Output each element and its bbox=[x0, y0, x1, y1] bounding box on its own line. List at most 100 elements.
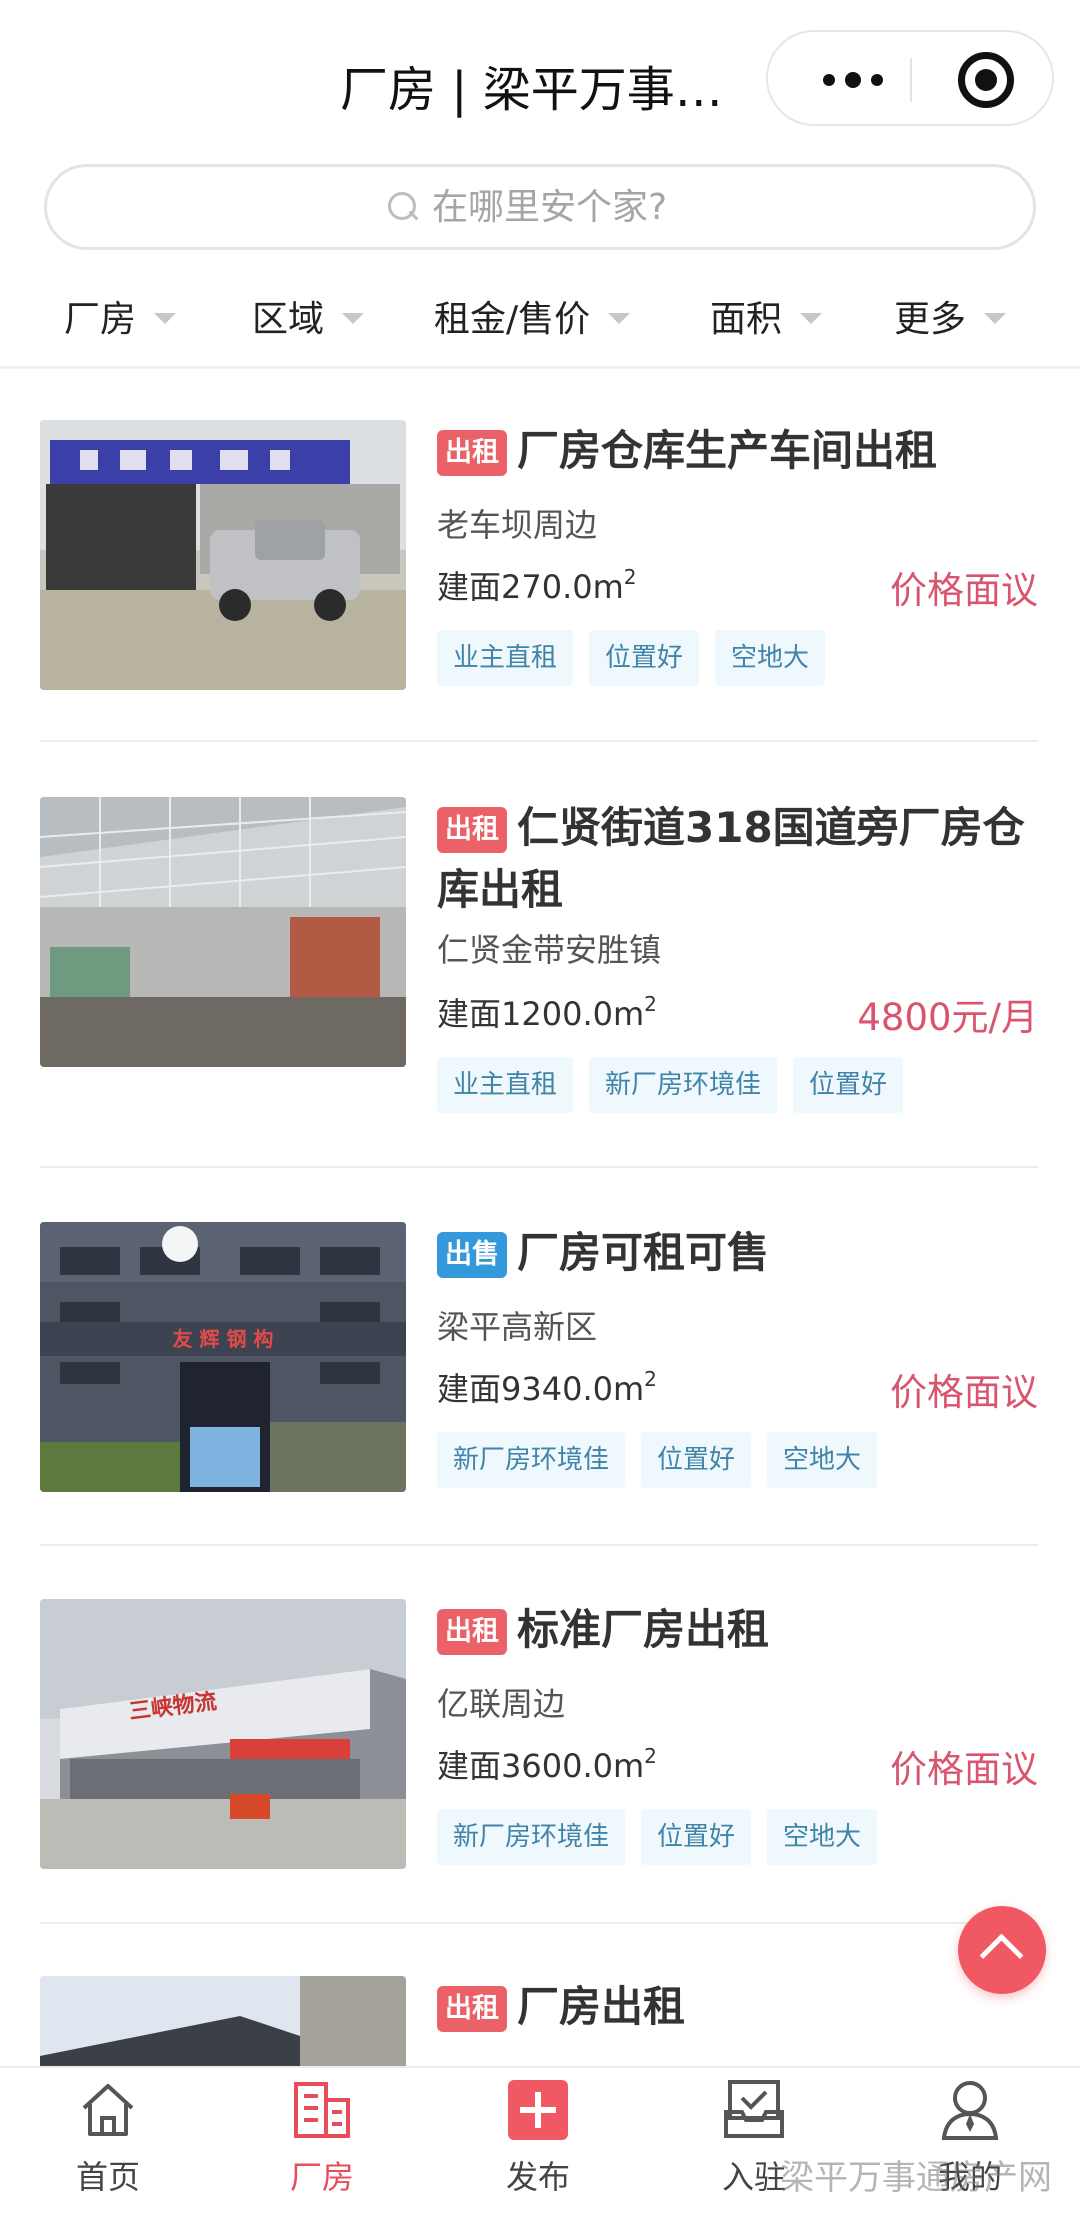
area-value: 建面1200.0m bbox=[437, 995, 645, 1033]
tag: 业主直租 bbox=[437, 1057, 574, 1113]
publish-plus-icon bbox=[506, 2078, 570, 2142]
search-icon bbox=[388, 192, 418, 222]
listing-price: 价格面议 bbox=[890, 569, 1038, 612]
area-unit-exponent: 2 bbox=[644, 1367, 657, 1391]
filter-type[interactable]: 厂房 bbox=[64, 290, 177, 342]
chevron-down-icon bbox=[608, 312, 631, 324]
listing-price: 价格面议 bbox=[890, 1748, 1038, 1791]
filter-label: 租金/售价 bbox=[434, 299, 591, 340]
listing-photo bbox=[40, 797, 406, 1067]
listing-title-text: 厂房仓库生产车间出租 bbox=[517, 426, 938, 475]
filter-area[interactable]: 面积 bbox=[710, 290, 823, 342]
listing-area: 建面1200.0m2 bbox=[437, 989, 657, 1035]
rent-badge: 出租 bbox=[437, 1986, 507, 2032]
tag: 空地大 bbox=[715, 630, 826, 686]
listing-location: 老车坝周边 bbox=[437, 506, 598, 544]
tag: 位置好 bbox=[793, 1057, 904, 1113]
listing-area: 建面270.0m2 bbox=[437, 562, 637, 608]
listing-title-text: 厂房出租 bbox=[517, 1982, 686, 2031]
listing-card[interactable]: 出租 厂房出租 bbox=[0, 1976, 1080, 2066]
profile-icon bbox=[938, 2078, 1002, 2142]
listing-photo: 三峡物流 bbox=[40, 1599, 406, 1869]
mini-program-capsule bbox=[766, 30, 1054, 126]
listing-title-text: 标准厂房出租 bbox=[517, 1605, 770, 1654]
tag: 新厂房环境佳 bbox=[437, 1432, 626, 1488]
building-sign: 友 辉 钢 构 bbox=[173, 1327, 274, 1351]
chevron-down-icon bbox=[154, 312, 177, 324]
listing-price: 价格面议 bbox=[890, 1371, 1038, 1414]
divider bbox=[40, 740, 1038, 742]
filter-more[interactable]: 更多 bbox=[894, 290, 1007, 342]
chevron-down-icon bbox=[342, 312, 365, 324]
tab-factory[interactable]: 厂房 bbox=[252, 2078, 392, 2218]
listing-area: 建面3600.0m2 bbox=[437, 1741, 657, 1787]
page-title: 厂房 | 梁平万事… bbox=[340, 62, 723, 118]
filter-price[interactable]: 租金/售价 bbox=[434, 290, 631, 342]
tag: 空地大 bbox=[767, 1432, 878, 1488]
chevron-down-icon bbox=[984, 312, 1007, 324]
rent-badge: 出租 bbox=[437, 430, 507, 476]
divider bbox=[40, 1922, 1038, 1924]
filter-bar: 厂房 区域 租金/售价 面积 更多 bbox=[0, 270, 1080, 370]
listing-area: 建面9340.0m2 bbox=[437, 1364, 657, 1410]
divider bbox=[0, 366, 1080, 369]
sale-badge: 出售 bbox=[437, 1232, 507, 1278]
listing-photo bbox=[40, 1976, 406, 2066]
watermark: 梁平万事通房产网 bbox=[780, 2158, 1052, 2198]
building-icon bbox=[290, 2078, 354, 2142]
filter-label: 面积 bbox=[710, 299, 783, 340]
area-value: 建面270.0m bbox=[437, 568, 624, 606]
tag: 位置好 bbox=[641, 1809, 752, 1865]
filter-label: 区域 bbox=[252, 299, 325, 340]
listing-tags: 新厂房环境佳 位置好 空地大 bbox=[437, 1809, 878, 1865]
listing-location: 亿联周边 bbox=[437, 1685, 566, 1723]
divider bbox=[40, 1544, 1038, 1546]
filter-label: 厂房 bbox=[64, 299, 137, 340]
tag: 位置好 bbox=[641, 1432, 752, 1488]
more-options-icon[interactable] bbox=[808, 62, 898, 98]
area-unit-exponent: 2 bbox=[623, 565, 637, 589]
close-mini-program-icon[interactable] bbox=[958, 52, 1014, 108]
listing-title: 出售 厂房可租可售 bbox=[437, 1222, 1037, 1284]
search-input[interactable] bbox=[432, 186, 692, 228]
home-icon bbox=[76, 2078, 140, 2142]
tag: 业主直租 bbox=[437, 630, 574, 686]
capsule-divider bbox=[910, 58, 912, 102]
tab-label: 首页 bbox=[75, 2158, 140, 2196]
listing-photo: 友 辉 钢 构 bbox=[40, 1222, 406, 1492]
divider bbox=[40, 1166, 1038, 1168]
listing-card[interactable]: 三峡物流 出租 标准厂房出租 亿联周边 建面3600.0m2 价格面议 新厂房环境… bbox=[0, 1599, 1080, 1899]
listing-location: 仁贤金带安胜镇 bbox=[437, 931, 662, 969]
listing-photo bbox=[40, 420, 406, 690]
listing-title: 出租 标准厂房出租 bbox=[437, 1599, 1037, 1661]
search-bar[interactable] bbox=[44, 164, 1036, 250]
listing-title: 出租 仁贤街道318国道旁厂房仓库出租 bbox=[437, 797, 1037, 921]
listing-card[interactable]: 友 辉 钢 构 出售 厂房可租可售 梁平高新区 建面9340.0m2 价格面议 新… bbox=[0, 1222, 1080, 1522]
listing-price: 4800元/月 bbox=[857, 996, 1038, 1039]
rent-badge: 出租 bbox=[437, 807, 507, 853]
tab-home[interactable]: 首页 bbox=[38, 2078, 178, 2218]
tag: 位置好 bbox=[589, 630, 700, 686]
back-to-top-button[interactable] bbox=[958, 1906, 1046, 1994]
listing-title: 出租 厂房仓库生产车间出租 bbox=[437, 420, 1037, 482]
listing-title-text: 仁贤街道318国道旁厂房仓库出租 bbox=[437, 803, 1025, 914]
filter-label: 更多 bbox=[894, 299, 967, 340]
listing-location: 梁平高新区 bbox=[437, 1308, 598, 1346]
area-unit-exponent: 2 bbox=[644, 992, 657, 1016]
tag: 新厂房环境佳 bbox=[589, 1057, 778, 1113]
area-unit-exponent: 2 bbox=[644, 1744, 657, 1768]
listing-tags: 业主直租 新厂房环境佳 位置好 bbox=[437, 1057, 904, 1113]
tab-label: 发布 bbox=[505, 2158, 570, 2196]
tag: 空地大 bbox=[767, 1809, 878, 1865]
app-screen: 厂房 | 梁平万事… 厂房 区域 租金/售价 面积 更多 bbox=[0, 0, 1080, 2222]
tag: 新厂房环境佳 bbox=[437, 1809, 626, 1865]
listing-card[interactable]: 出租 仁贤街道318国道旁厂房仓库出租 仁贤金带安胜镇 建面1200.0m2 48… bbox=[0, 797, 1080, 1113]
filter-region[interactable]: 区域 bbox=[252, 290, 365, 342]
listing-tags: 新厂房环境佳 位置好 空地大 bbox=[437, 1432, 878, 1488]
area-value: 建面9340.0m bbox=[437, 1370, 645, 1408]
area-value: 建面3600.0m bbox=[437, 1747, 645, 1785]
tab-publish[interactable]: 发布 bbox=[468, 2078, 608, 2218]
listing-title: 出租 厂房出租 bbox=[437, 1976, 1037, 2038]
listing-card[interactable]: 出租 厂房仓库生产车间出租 老车坝周边 建面270.0m2 价格面议 业主直租 位… bbox=[0, 420, 1080, 720]
rent-badge: 出租 bbox=[437, 1609, 507, 1655]
